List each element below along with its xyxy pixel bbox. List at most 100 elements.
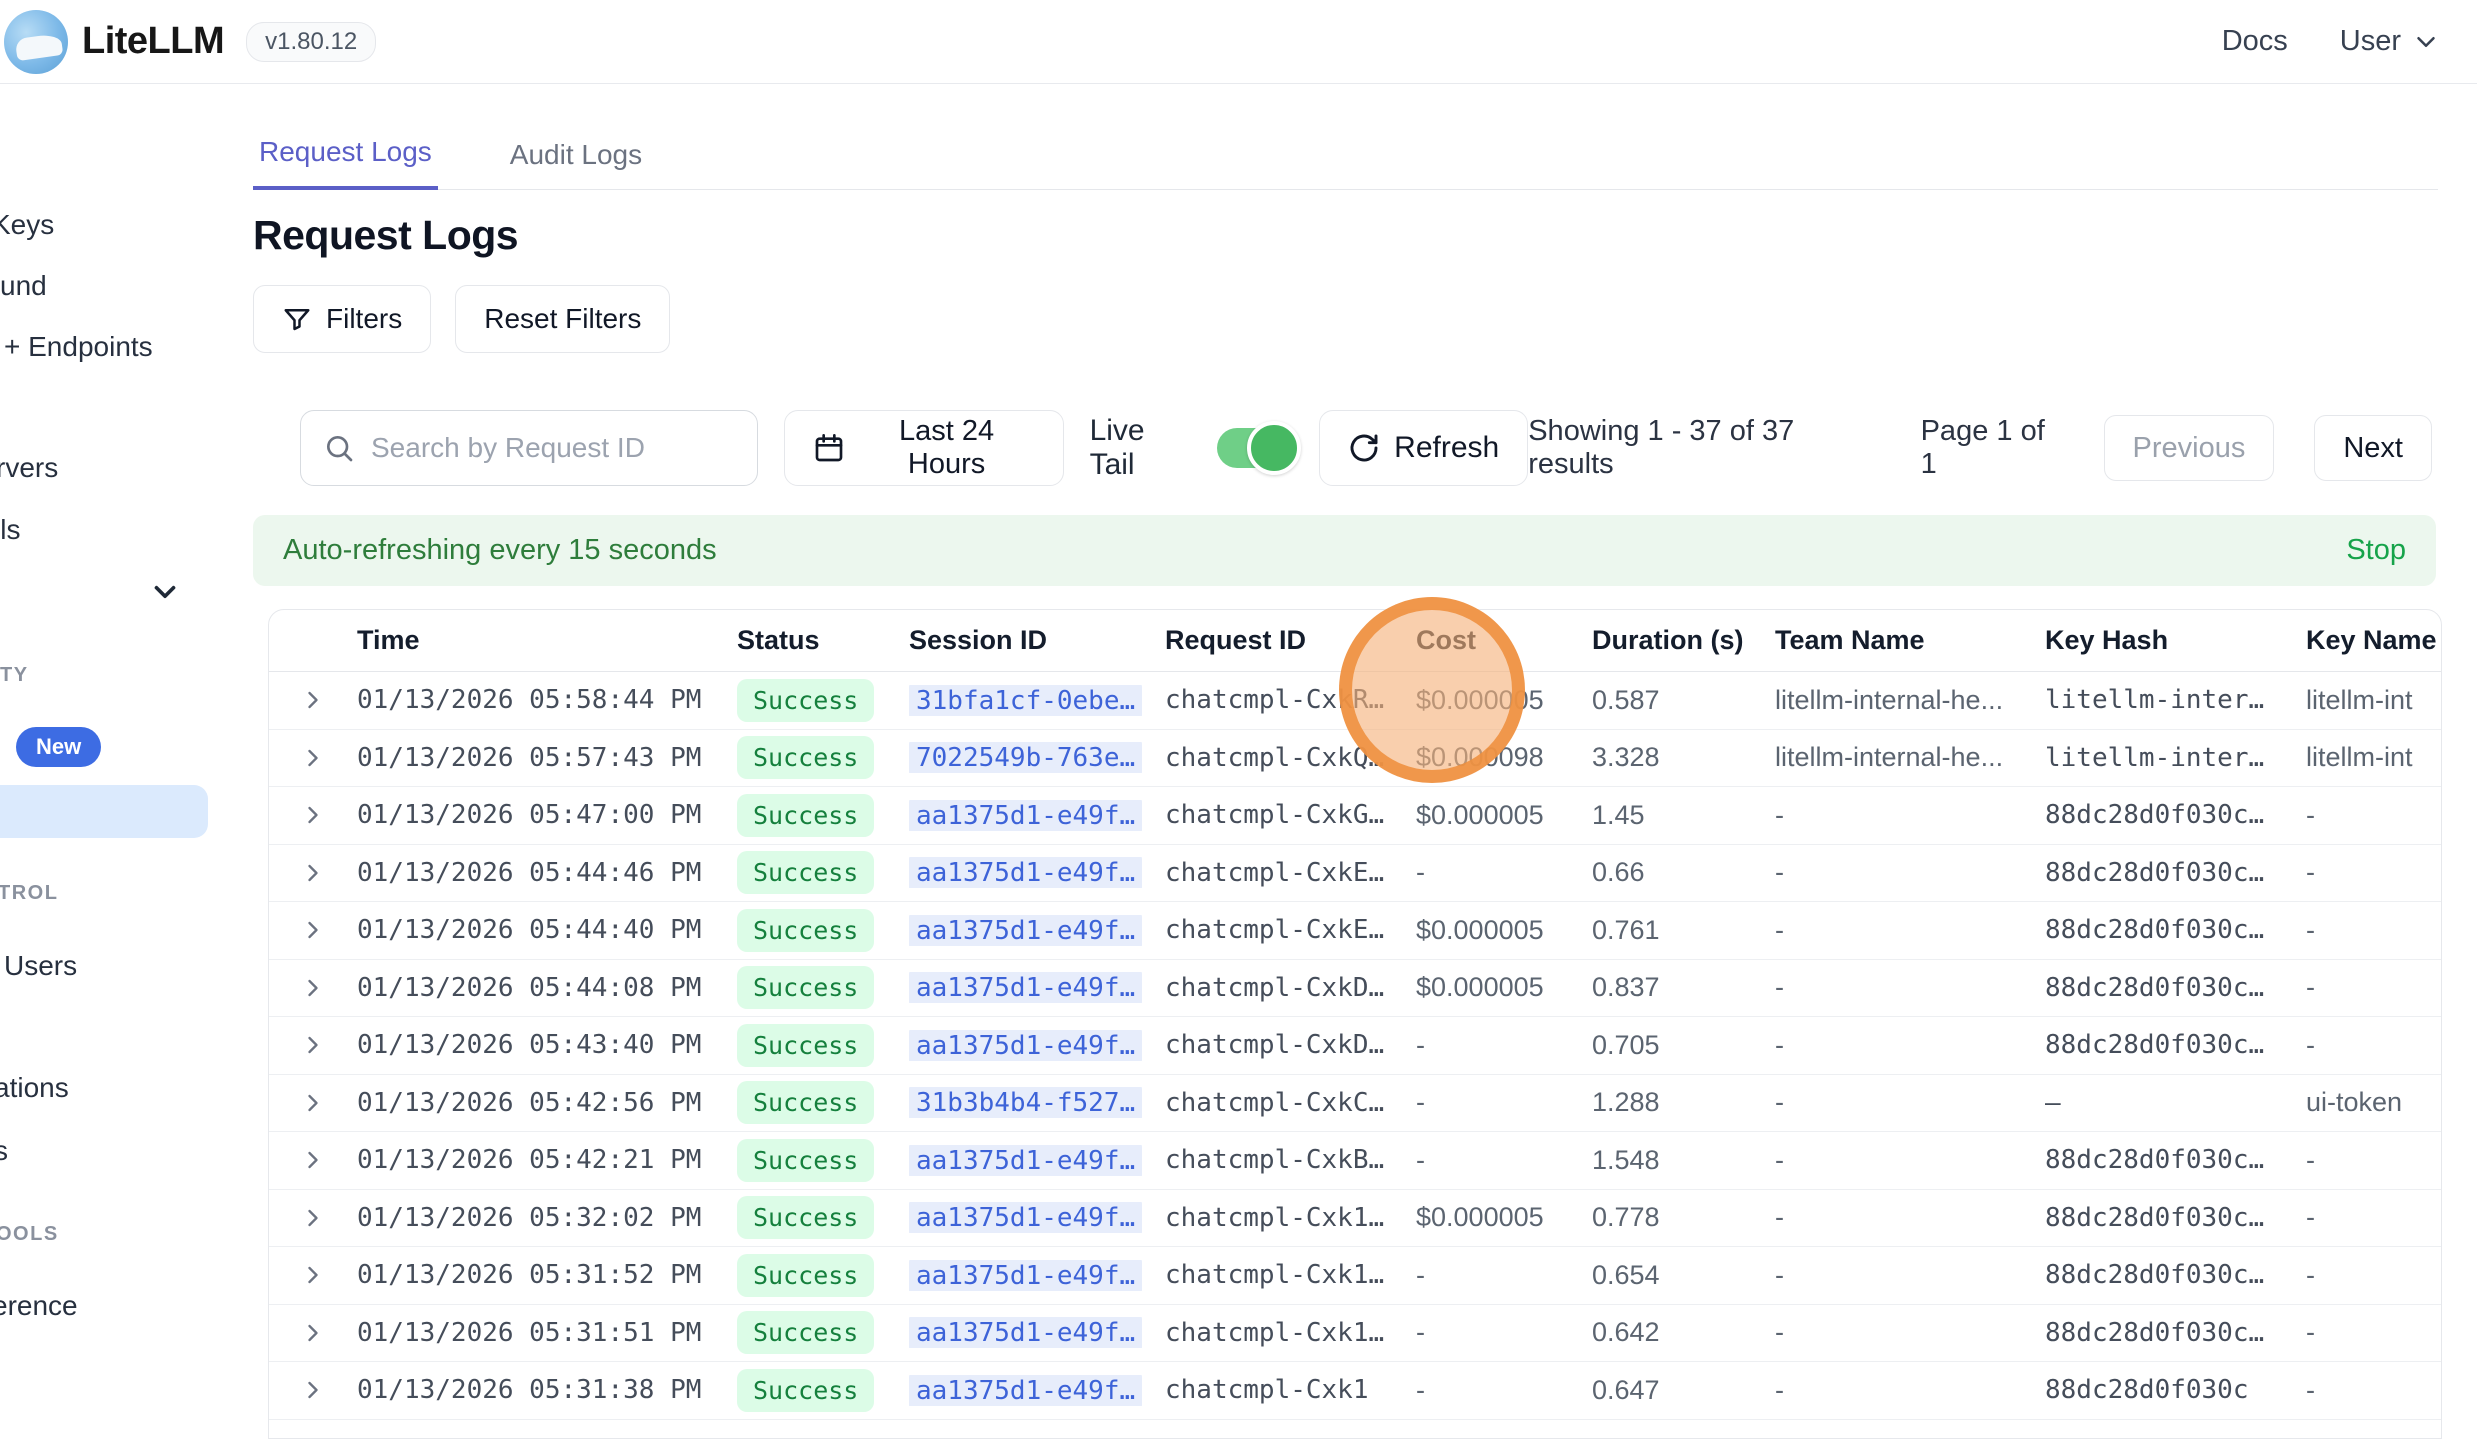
- expand-row-chevron-icon[interactable]: [299, 744, 327, 772]
- session-id-link[interactable]: aa1375d1-e49f…: [909, 800, 1142, 831]
- table-row[interactable]: 01/13/2026 05:57:43 PM Success 7022549b-…: [269, 730, 2441, 788]
- expand-row-chevron-icon[interactable]: [299, 1376, 327, 1404]
- status-badge: Success: [737, 1254, 874, 1297]
- table-row[interactable]: 01/13/2026 05:31:51 PM Success aa1375d1-…: [269, 1305, 2441, 1363]
- cell-duration: 0.647: [1592, 1375, 1775, 1406]
- table-row[interactable]: 01/13/2026 05:42:21 PM Success aa1375d1-…: [269, 1132, 2441, 1190]
- column-header-key-hash: Key Hash: [2045, 625, 2306, 656]
- cell-time: 01/13/2026 05:44:40 PM: [357, 915, 737, 945]
- cell-time: 01/13/2026 05:57:43 PM: [357, 743, 737, 773]
- sidebar-item-servers[interactable]: rvers: [0, 452, 58, 484]
- session-id-link[interactable]: aa1375d1-e49f…: [909, 1202, 1142, 1233]
- session-id-link[interactable]: 31b3b4b4-f527…: [909, 1087, 1142, 1118]
- session-id-link[interactable]: aa1375d1-e49f…: [909, 972, 1142, 1003]
- status-badge: Success: [737, 966, 874, 1009]
- sidebar-item-users[interactable]: Users: [4, 950, 77, 982]
- tab-audit-logs[interactable]: Audit Logs: [504, 139, 648, 189]
- cell-duration: 0.587: [1592, 685, 1775, 716]
- expand-row-chevron-icon[interactable]: [299, 686, 327, 714]
- expand-row-chevron-icon[interactable]: [299, 1204, 327, 1232]
- expand-row-chevron-icon[interactable]: [299, 1146, 327, 1174]
- user-menu[interactable]: User: [2340, 25, 2441, 58]
- table-row[interactable]: 01/13/2026 05:44:46 PM Success aa1375d1-…: [269, 845, 2441, 903]
- expand-row-chevron-icon[interactable]: [299, 801, 327, 829]
- table-row[interactable]: 01/13/2026 05:47:00 PM Success aa1375d1-…: [269, 787, 2441, 845]
- expand-row-chevron-icon[interactable]: [299, 1319, 327, 1347]
- tab-request-logs[interactable]: Request Logs: [253, 136, 438, 190]
- cell-cost: -: [1416, 857, 1592, 888]
- table-row[interactable]: 01/13/2026 05:32:02 PM Success aa1375d1-…: [269, 1190, 2441, 1248]
- filters-button[interactable]: Filters: [253, 285, 431, 353]
- cell-key-name: ui-token: [2306, 1087, 2441, 1118]
- cell-key-name: -: [2306, 915, 2441, 946]
- refresh-icon: [1348, 432, 1380, 464]
- time-range-button[interactable]: Last 24 Hours: [784, 410, 1064, 486]
- cell-cost: $0.000005: [1416, 972, 1592, 1003]
- cell-key-name: -: [2306, 1375, 2441, 1406]
- column-header-session: Session ID: [909, 625, 1165, 656]
- sidebar-item-reference[interactable]: erence: [0, 1290, 78, 1322]
- status-badge: Success: [737, 909, 874, 952]
- search-input[interactable]: [371, 432, 735, 464]
- refresh-button[interactable]: Refresh: [1319, 410, 1528, 486]
- cell-key-name: -: [2306, 972, 2441, 1003]
- sidebar-item-keys[interactable]: Keys: [0, 209, 54, 241]
- table-row[interactable]: 01/13/2026 05:31:52 PM Success aa1375d1-…: [269, 1247, 2441, 1305]
- version-badge: v1.80.12: [246, 22, 376, 62]
- cell-request-id: chatcmpl-CxkE…: [1165, 915, 1416, 945]
- table-row[interactable]: 01/13/2026 05:44:08 PM Success aa1375d1-…: [269, 960, 2441, 1018]
- cell-key-hash: 88dc28d0f030c…: [2045, 915, 2306, 945]
- session-id-link[interactable]: 7022549b-763e…: [909, 742, 1142, 773]
- table-row[interactable]: 01/13/2026 05:44:40 PM Success aa1375d1-…: [269, 902, 2441, 960]
- sidebar-item-und[interactable]: und: [0, 270, 47, 302]
- session-id-link[interactable]: 31bfa1cf-0ebe…: [909, 685, 1142, 716]
- reset-filters-button-label: Reset Filters: [484, 303, 641, 335]
- previous-page-button[interactable]: Previous: [2104, 415, 2275, 481]
- sidebar-item-ils[interactable]: ils: [0, 514, 20, 546]
- next-page-button[interactable]: Next: [2314, 415, 2432, 481]
- session-id-link[interactable]: aa1375d1-e49f…: [909, 857, 1142, 888]
- cell-key-hash: litellm-inter…: [2045, 685, 2306, 715]
- sidebar-item-logs-selected[interactable]: [0, 785, 208, 838]
- expand-row-chevron-icon[interactable]: [299, 1031, 327, 1059]
- expand-row-chevron-icon[interactable]: [299, 1089, 327, 1117]
- tabs-bar: Request Logs Audit Logs: [253, 130, 2438, 190]
- sidebar-item-endpoints[interactable]: + Endpoints: [4, 331, 153, 363]
- session-id-link[interactable]: aa1375d1-e49f…: [909, 915, 1142, 946]
- column-header-status: Status: [737, 625, 909, 656]
- search-box[interactable]: [300, 410, 758, 486]
- live-tail-toggle[interactable]: [1217, 428, 1297, 468]
- cell-cost: $0.000005: [1416, 1202, 1592, 1233]
- sidebar-collapse-chevron-icon[interactable]: [148, 575, 182, 609]
- sidebar-section-observability: TY: [0, 664, 29, 687]
- table-row[interactable]: 01/13/2026 05:43:40 PM Success aa1375d1-…: [269, 1017, 2441, 1075]
- session-id-link[interactable]: aa1375d1-e49f…: [909, 1030, 1142, 1061]
- cell-request-id: chatcmpl-CxkD…: [1165, 973, 1416, 1003]
- session-id-link[interactable]: aa1375d1-e49f…: [909, 1317, 1142, 1348]
- expand-row-chevron-icon[interactable]: [299, 1261, 327, 1289]
- expand-row-chevron-icon[interactable]: [299, 859, 327, 887]
- cell-time: 01/13/2026 05:47:00 PM: [357, 800, 737, 830]
- table-row[interactable]: 01/13/2026 05:42:56 PM Success 31b3b4b4-…: [269, 1075, 2441, 1133]
- session-id-link[interactable]: aa1375d1-e49f…: [909, 1375, 1142, 1406]
- expand-row-chevron-icon[interactable]: [299, 916, 327, 944]
- new-badge: New: [16, 727, 101, 767]
- expand-row-chevron-icon[interactable]: [299, 974, 327, 1002]
- sidebar-item-s[interactable]: s: [0, 1135, 8, 1167]
- table-row[interactable]: 01/13/2026 05:31:38 PM Success aa1375d1-…: [269, 1362, 2441, 1420]
- table-row[interactable]: 01/13/2026 05:58:44 PM Success 31bfa1cf-…: [269, 672, 2441, 730]
- reset-filters-button[interactable]: Reset Filters: [455, 285, 670, 353]
- cell-key-hash: 88dc28d0f030c…: [2045, 858, 2306, 888]
- live-tail-label: Live Tail: [1090, 414, 1195, 482]
- session-id-link[interactable]: aa1375d1-e49f…: [909, 1145, 1142, 1176]
- stop-auto-refresh-button[interactable]: Stop: [2346, 534, 2406, 567]
- cell-key-name: litellm-int: [2306, 685, 2441, 716]
- cell-key-hash: 88dc28d0f030c…: [2045, 800, 2306, 830]
- cell-time: 01/13/2026 05:44:08 PM: [357, 973, 737, 1003]
- session-id-link[interactable]: aa1375d1-e49f…: [909, 1260, 1142, 1291]
- cell-cost: -: [1416, 1375, 1592, 1406]
- status-badge: Success: [737, 851, 874, 894]
- column-header-time: Time: [357, 625, 737, 656]
- docs-link[interactable]: Docs: [2222, 25, 2288, 58]
- sidebar-item-organizations[interactable]: ations: [0, 1072, 69, 1104]
